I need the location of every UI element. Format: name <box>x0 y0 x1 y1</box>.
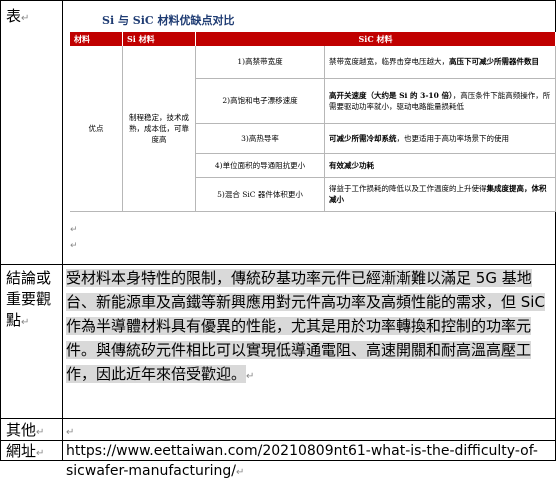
sic-desc: 有效减少功耗 <box>324 153 556 178</box>
table-label: 表↵ <box>6 7 30 25</box>
row-label: 优点 <box>70 46 123 212</box>
sic-desc: 禁带宽度越宽，临界击穿电压越大，高压下可减少所需器件数目 <box>324 46 556 79</box>
comparison-table: 材料 Si 材料 SiC 材料 优点 制程稳定，技术成熟，成本低，可靠度高 1)… <box>70 32 556 212</box>
header-material: 材料 <box>70 32 123 46</box>
sic-desc: 高开关速度（大约是 Si 的 3-10 倍），高压条件下能高频操作，所需要驱动功… <box>324 78 556 124</box>
figure-title: Si 与 SiC 材料优缺点对比 <box>102 14 235 27</box>
sic-item: 4)单位面积的导通阻抗更小 <box>195 153 325 178</box>
sic-item: 5)混合 SiC 器件体积更小 <box>195 177 325 212</box>
comparison-figure: Si 与 SiC 材料优缺点对比 材料 Si 材料 SiC 材料 优点 制程稳定… <box>66 3 557 251</box>
si-advantages: 制程稳定，技术成熟，成本低，可靠度高 <box>122 46 196 212</box>
header-sic: SiC 材料 <box>195 32 556 46</box>
sic-item: 3)高热导率 <box>195 123 325 154</box>
sic-item: 1)高禁带宽度 <box>195 46 325 79</box>
sic-desc: 可减少所需冷却系统，也更适用于高功率场景下的使用 <box>324 123 556 154</box>
header-si: Si 材料 <box>122 32 196 46</box>
sic-item: 2)高饱和电子漂移速度 <box>195 78 325 124</box>
conclusion-label: 結論或重要觀點↵ <box>6 269 52 329</box>
other-value: ↵ <box>66 427 75 438</box>
sic-desc: 得益于工作损耗的降低以及工作温度的上升使得集成度提高，体积减小 <box>324 177 556 212</box>
other-label: 其他↵ <box>6 421 45 439</box>
conclusion-text: 受材料本身特性的限制，傳統矽基功率元件已經漸漸難以滿足 5G 基地台、新能源車及… <box>66 269 545 383</box>
source-url[interactable]: https://www.eettaiwan.com/20210809nt61-w… <box>66 441 552 483</box>
notes-table: 表↵ 結論或重要觀點↵ 其他↵ 網址↵ Si 与 SiC 材料优缺点对比 材料 … <box>0 0 557 479</box>
